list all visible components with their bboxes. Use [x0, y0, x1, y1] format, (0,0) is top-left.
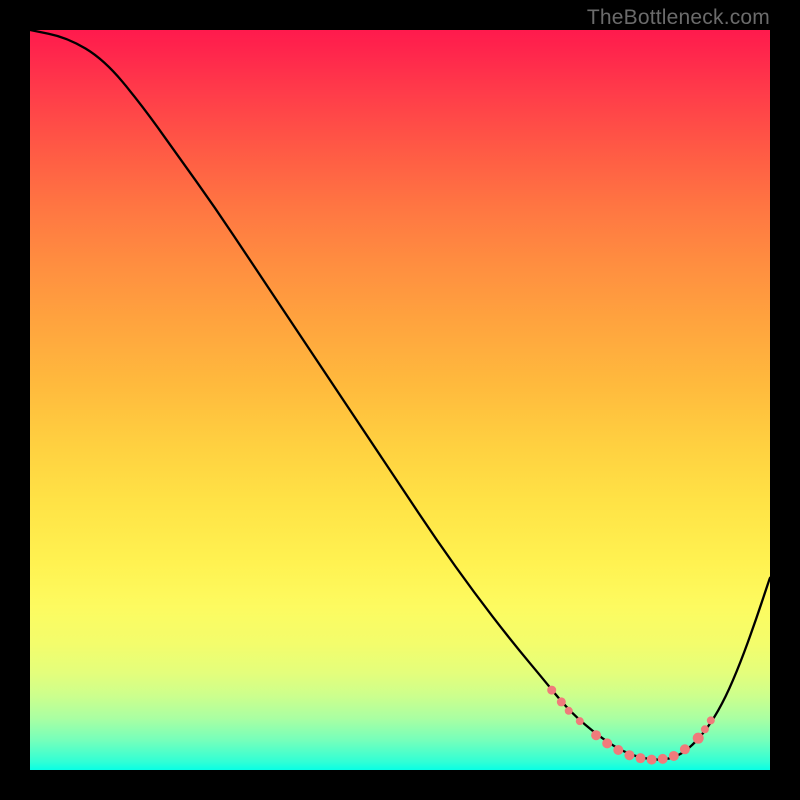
- curve-marker: [565, 707, 573, 715]
- curve-markers: [547, 686, 715, 765]
- curve-marker: [680, 744, 690, 754]
- curve-marker: [547, 686, 556, 695]
- curve-marker: [602, 738, 612, 748]
- curve-marker: [576, 717, 584, 725]
- curve-marker: [647, 755, 657, 765]
- curve-marker: [591, 730, 601, 740]
- bottleneck-curve: [30, 30, 770, 760]
- chart-frame: TheBottleneck.com: [0, 0, 800, 800]
- watermark-text: TheBottleneck.com: [587, 6, 770, 30]
- curve-marker: [658, 754, 668, 764]
- curve-marker: [624, 750, 634, 760]
- curve-marker: [701, 725, 709, 733]
- curve-marker: [669, 751, 679, 761]
- curve-marker: [613, 745, 623, 755]
- curve-marker: [636, 753, 646, 763]
- curve-marker: [707, 716, 715, 724]
- curve-marker: [693, 733, 704, 744]
- curve-marker: [557, 697, 566, 706]
- plot-area: [30, 30, 770, 770]
- curve-layer: [30, 30, 770, 770]
